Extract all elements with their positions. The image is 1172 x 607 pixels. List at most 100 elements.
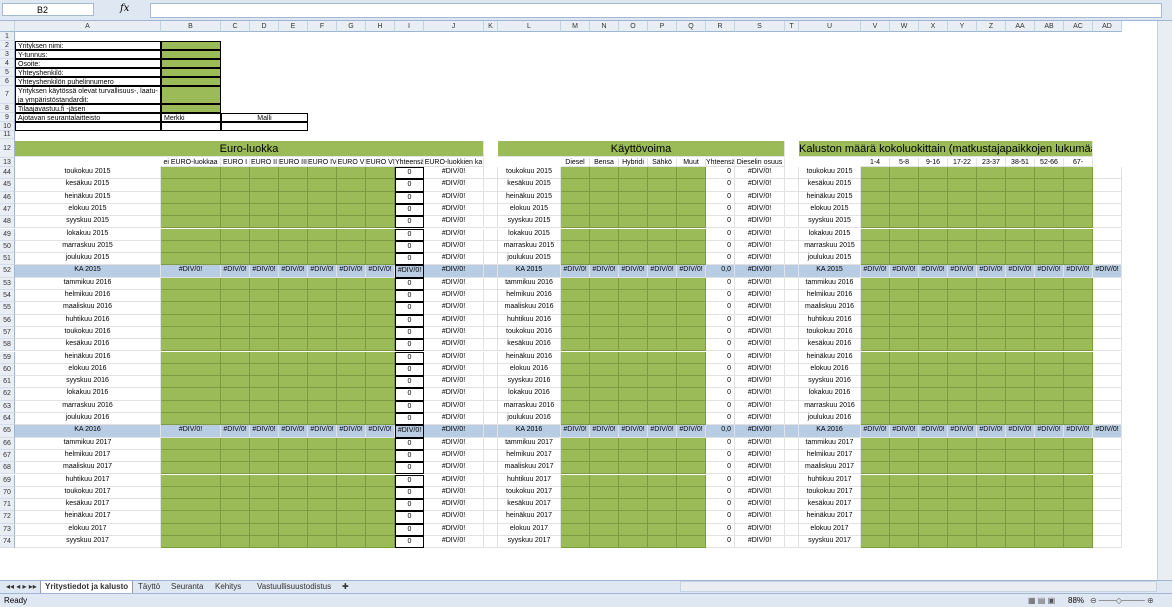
row-header[interactable]: 72 (0, 511, 15, 524)
kalusto-input[interactable] (861, 253, 890, 266)
kaytto-input[interactable] (590, 216, 619, 229)
column-header[interactable]: H (366, 21, 395, 32)
kalusto-input[interactable] (890, 511, 919, 524)
row-header[interactable]: 55 (0, 302, 15, 315)
kaytto-input[interactable] (561, 388, 590, 401)
kalusto-input[interactable] (1035, 228, 1064, 241)
row-header[interactable]: 48 (0, 216, 15, 229)
euro-input[interactable] (279, 290, 308, 303)
kalusto-input[interactable] (919, 536, 948, 549)
euro-input[interactable] (308, 363, 337, 377)
column-header[interactable]: Q (677, 21, 706, 32)
kalusto-input[interactable] (1035, 400, 1064, 413)
kalusto-input[interactable] (890, 474, 919, 487)
kalusto-input[interactable] (1035, 314, 1064, 327)
euro-input[interactable] (366, 388, 395, 401)
euro-input[interactable] (337, 277, 366, 290)
column-header[interactable]: J (424, 21, 484, 32)
kalusto-input[interactable] (1064, 351, 1093, 364)
kaytto-input[interactable] (677, 253, 706, 266)
tab-seuranta[interactable]: Seuranta (167, 581, 207, 593)
kalusto-input[interactable] (1006, 413, 1035, 426)
kalusto-input[interactable] (919, 339, 948, 352)
kaytto-input[interactable] (677, 449, 706, 463)
kaytto-input[interactable] (648, 228, 677, 241)
kalusto-input[interactable] (1064, 388, 1093, 401)
kaytto-input[interactable] (648, 462, 677, 475)
kaytto-input[interactable] (648, 314, 677, 327)
info-input[interactable] (161, 59, 221, 68)
euro-input[interactable] (161, 277, 221, 290)
kaytto-input[interactable] (561, 191, 590, 204)
euro-input[interactable] (366, 437, 395, 450)
kalusto-input[interactable] (919, 240, 948, 254)
kaytto-input[interactable] (590, 486, 619, 500)
kaytto-input[interactable] (648, 351, 677, 364)
euro-input[interactable] (250, 449, 279, 463)
kalusto-input[interactable] (890, 240, 919, 254)
euro-input[interactable] (308, 449, 337, 463)
euro-input[interactable] (366, 314, 395, 327)
tab-taytto[interactable]: Täyttö (134, 581, 164, 593)
kalusto-input[interactable] (977, 437, 1006, 450)
kalusto-input[interactable] (1064, 536, 1093, 549)
kaytto-input[interactable] (648, 536, 677, 549)
kalusto-input[interactable] (977, 523, 1006, 536)
kalusto-input[interactable] (919, 179, 948, 192)
kalusto-input[interactable] (977, 326, 1006, 340)
euro-input[interactable] (366, 302, 395, 315)
kaytto-input[interactable] (648, 302, 677, 315)
kalusto-input[interactable] (919, 400, 948, 413)
kalusto-input[interactable] (890, 523, 919, 536)
kalusto-input[interactable] (948, 536, 977, 549)
euro-input[interactable] (250, 536, 279, 549)
kalusto-input[interactable] (1035, 363, 1064, 377)
kalusto-input[interactable] (861, 351, 890, 364)
row-header[interactable]: 44 (0, 167, 15, 180)
euro-input[interactable] (337, 179, 366, 192)
info-input[interactable] (15, 122, 161, 131)
kalusto-input[interactable] (919, 511, 948, 524)
kalusto-input[interactable] (948, 400, 977, 413)
kalusto-input[interactable] (919, 203, 948, 217)
kaytto-input[interactable] (677, 290, 706, 303)
kaytto-input[interactable] (619, 413, 648, 426)
row-header[interactable]: 68 (0, 462, 15, 475)
kalusto-input[interactable] (861, 203, 890, 217)
euro-input[interactable] (250, 400, 279, 413)
kalusto-input[interactable] (919, 462, 948, 475)
kaytto-input[interactable] (677, 228, 706, 241)
kaytto-input[interactable] (648, 179, 677, 192)
euro-input[interactable] (279, 499, 308, 512)
euro-input[interactable] (161, 314, 221, 327)
kalusto-input[interactable] (977, 388, 1006, 401)
kalusto-input[interactable] (1064, 437, 1093, 450)
euro-input[interactable] (161, 302, 221, 315)
euro-input[interactable] (279, 536, 308, 549)
row-header[interactable]: 74 (0, 536, 15, 549)
kalusto-input[interactable] (1064, 511, 1093, 524)
euro-input[interactable] (161, 228, 221, 241)
kaytto-input[interactable] (619, 326, 648, 340)
kalusto-input[interactable] (1006, 449, 1035, 463)
kalusto-input[interactable] (1064, 400, 1093, 413)
merkki-input[interactable] (161, 122, 221, 131)
kalusto-input[interactable] (1035, 511, 1064, 524)
euro-input[interactable] (279, 523, 308, 536)
kalusto-input[interactable] (1064, 228, 1093, 241)
kaytto-input[interactable] (648, 363, 677, 377)
kalusto-input[interactable] (1006, 437, 1035, 450)
kaytto-input[interactable] (561, 376, 590, 389)
kaytto-input[interactable] (648, 400, 677, 413)
euro-input[interactable] (366, 228, 395, 241)
column-header[interactable]: O (619, 21, 648, 32)
euro-input[interactable] (308, 474, 337, 487)
euro-input[interactable] (279, 167, 308, 180)
kaytto-input[interactable] (561, 240, 590, 254)
kalusto-input[interactable] (890, 290, 919, 303)
euro-input[interactable] (250, 388, 279, 401)
kalusto-input[interactable] (1006, 486, 1035, 500)
euro-input[interactable] (161, 449, 221, 463)
kalusto-input[interactable] (948, 240, 977, 254)
euro-input[interactable] (250, 314, 279, 327)
